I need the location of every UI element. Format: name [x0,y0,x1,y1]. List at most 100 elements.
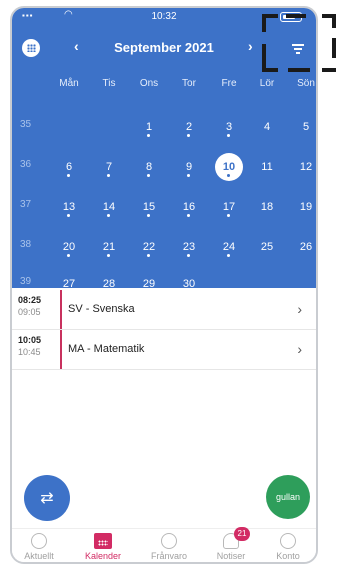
tab-label: Aktuellt [24,551,54,561]
day-number: 27 [62,278,76,290]
day-number: 13 [62,201,76,213]
tab-aktuellt[interactable]: Aktuellt [12,533,66,561]
weekday-header: Mån Tis Ons Tor Fre Lör Sön [12,78,316,94]
day-cell[interactable]: 3 [215,113,243,141]
day-cell[interactable]: 23 [175,233,203,261]
tab-frånvaro[interactable]: Frånvaro [142,533,196,561]
day-cell[interactable]: 9 [175,153,203,181]
event-dot [227,134,230,137]
day-cell[interactable]: 5 [292,113,316,141]
day-number: 7 [105,161,113,173]
event-dot [107,214,110,217]
day-cell[interactable]: 13 [55,193,83,221]
day-number: 10 [222,161,236,173]
event-time: 10:05 10:45 [18,334,41,358]
day-number: 14 [102,201,116,213]
day-cell[interactable]: 18 [253,193,281,221]
day-cell[interactable]: 4 [253,113,281,141]
event-dot [187,214,190,217]
tab-konto[interactable]: Konto [261,533,315,561]
tab-label: Frånvaro [150,551,187,561]
day-cell[interactable]: 7 [95,153,123,181]
event-time: 08:25 09:05 [18,294,41,318]
day-cell[interactable]: 24 [215,233,243,261]
event-dot [187,134,190,137]
calendar-icon [94,533,112,549]
event-dot [187,174,190,177]
day-number: 18 [260,201,274,213]
week-row: 35 1 2 3 4 5 [12,119,316,153]
day-cell[interactable]: 6 [55,153,83,181]
day-cell[interactable]: 25 [253,233,281,261]
day-cell[interactable]: 2 [175,113,203,141]
tab-kalender[interactable]: Kalender [76,533,130,561]
account-icon [280,533,296,549]
day-number: 12 [299,161,313,173]
tab-label: Konto [276,551,300,561]
event-dot [227,214,230,217]
day-cell-today[interactable]: 10 [215,153,243,181]
day-number: 22 [142,241,156,253]
swap-button[interactable]: ⇄ [24,475,70,521]
day-number: 24 [222,241,236,253]
event-start-time: 08:25 [18,295,42,305]
day-cell[interactable]: 16 [175,193,203,221]
day-number: 2 [185,121,193,133]
day-number: 9 [185,161,193,173]
day-number: 16 [182,201,196,213]
notification-badge: 21 [234,527,250,541]
day-cell[interactable]: 22 [135,233,163,261]
day-number: 28 [102,278,116,290]
day-number: 19 [299,201,313,213]
event-dot [67,214,70,217]
chevron-right-icon: › [297,301,302,317]
day-cell[interactable]: 20 [55,233,83,261]
event-dot [187,254,190,257]
clock-icon [31,533,47,549]
day-number: 26 [299,241,313,253]
next-month-button[interactable]: › [248,38,253,54]
tab-label: Notiser [216,551,246,561]
tab-notiser[interactable]: 21 Notiser [204,527,258,561]
event-list: 08:25 09:05 SV - Svenska › 10:05 10:45 MA - Ma… [12,290,316,370]
day-cell[interactable]: 1 [135,113,163,141]
event-row[interactable]: 08:25 09:05 SV - Svenska › [12,290,316,330]
week-row: 38 20 21 22 23 24 25 26 [12,239,316,273]
day-number: 17 [222,201,236,213]
day-cell[interactable]: 26 [292,233,316,261]
week-number: 38 [20,239,32,250]
event-dot [147,174,150,177]
day-number: 29 [142,278,156,290]
event-dot [147,254,150,257]
day-cell[interactable]: 19 [292,193,316,221]
app-screen: ▪▪▪ ◠ 10:32 ‹ September 2021 › Mån Tis Ons… [10,6,318,564]
event-dot [147,134,150,137]
weekday-label: Lör [259,78,275,89]
event-dot [67,254,70,257]
day-cell[interactable]: 14 [95,193,123,221]
tab-bar: Aktuellt Kalender Frånvaro 21 Notiser Konto [12,527,316,562]
day-number: 11 [261,161,273,173]
event-dot [107,254,110,257]
weekday-label: Mån [59,78,79,89]
day-number: 21 [102,241,116,253]
day-cell[interactable]: 17 [215,193,243,221]
day-number: 30 [182,278,196,290]
chevron-right-icon: › [297,341,302,357]
event-dot [227,254,230,257]
day-cell[interactable]: 11 [253,153,281,181]
day-number: 8 [145,161,153,173]
event-row[interactable]: 10:05 10:45 MA - Matematik › [12,330,316,370]
day-cell[interactable]: 8 [135,153,163,181]
day-number: 3 [225,121,233,133]
weekday-label: Ons [139,78,159,89]
weekday-label: Fre [221,78,237,89]
event-dot [107,174,110,177]
user-button[interactable]: gullan [266,475,310,519]
event-end-time: 10:45 [18,347,41,357]
day-number: 1 [145,121,153,133]
day-number: 25 [260,241,274,253]
day-cell[interactable]: 15 [135,193,163,221]
day-cell[interactable]: 12 [292,153,316,181]
day-cell[interactable]: 21 [95,233,123,261]
